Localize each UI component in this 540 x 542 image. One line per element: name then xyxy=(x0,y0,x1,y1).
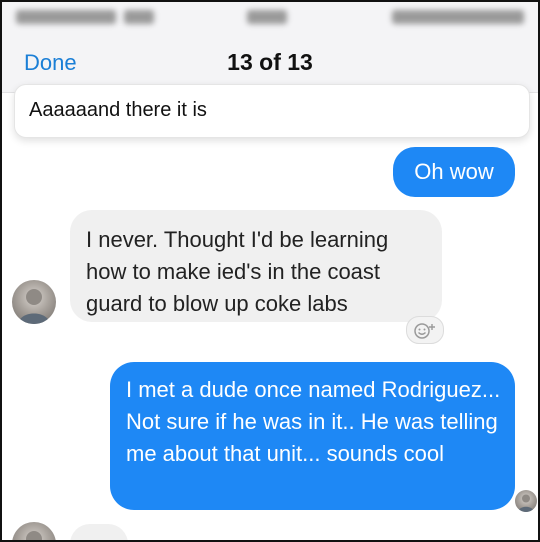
message-bubble-incoming-partial[interactable] xyxy=(70,524,128,540)
add-reaction-button[interactable] xyxy=(406,316,444,344)
message-bubble-outgoing[interactable]: Oh wow xyxy=(393,147,515,197)
smiley-add-icon xyxy=(414,323,435,339)
status-bar xyxy=(2,2,538,32)
person-avatar-icon xyxy=(18,289,50,324)
search-result-snippet[interactable]: Aaaaaand there it is xyxy=(14,84,530,138)
result-counter-title: 13 of 13 xyxy=(227,49,313,75)
status-time-blurred xyxy=(247,10,287,24)
message-bubble-outgoing[interactable]: I met a dude once named Rodriguez... Not… xyxy=(110,362,515,510)
snippet-text: Aaaaaand there it is xyxy=(29,99,207,121)
person-avatar-icon xyxy=(518,494,534,512)
status-carrier-blurred xyxy=(16,10,116,24)
contact-avatar[interactable] xyxy=(12,280,56,324)
contact-avatar[interactable] xyxy=(12,522,56,540)
person-avatar-icon xyxy=(26,531,42,540)
message-bubble-incoming[interactable]: I never. Thought I'd be learning how to … xyxy=(70,210,442,322)
status-battery-blurred xyxy=(392,10,524,24)
read-receipt-avatar xyxy=(515,490,537,512)
status-signal-blurred xyxy=(124,10,154,24)
chat-screen: Done 13 of 13 Aaaaaand there it is Oh wo… xyxy=(0,0,540,542)
